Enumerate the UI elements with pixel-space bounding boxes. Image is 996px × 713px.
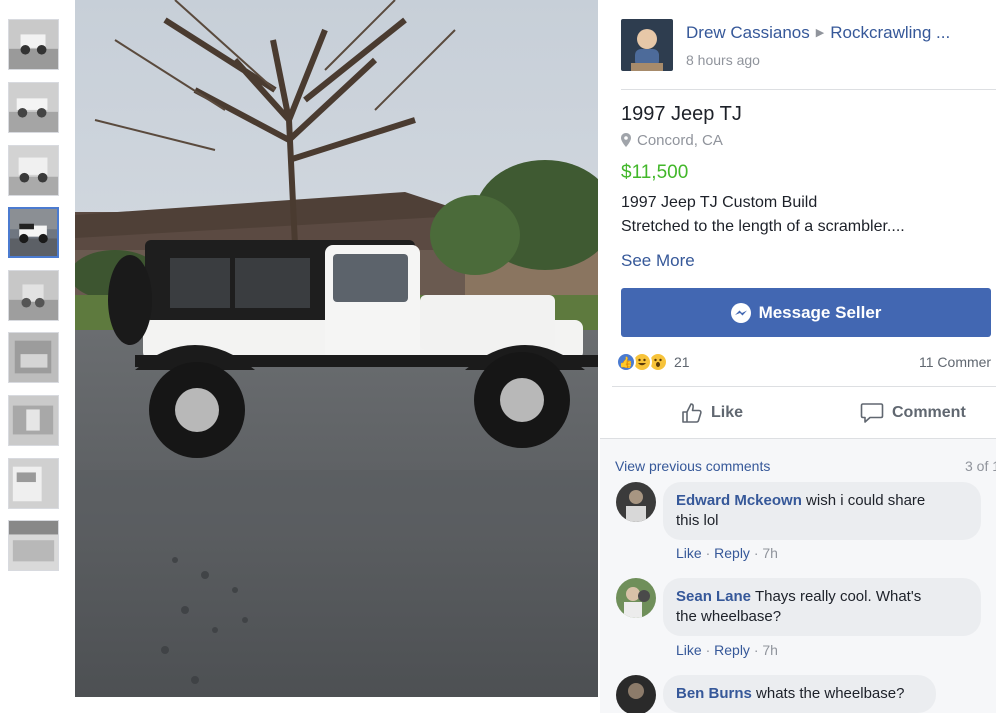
comment-bubble: Sean Lane Thays really cool. What's the … bbox=[663, 578, 981, 636]
like-button[interactable]: Like bbox=[681, 400, 743, 426]
location-pin-icon bbox=[621, 133, 631, 147]
thumbs-up-icon bbox=[682, 403, 702, 423]
location-text: Concord, CA bbox=[637, 132, 723, 149]
comment-reply-link[interactable]: Reply bbox=[714, 642, 750, 658]
divider bbox=[612, 386, 996, 387]
thumbnail-7[interactable] bbox=[8, 395, 59, 446]
thumbnail-6[interactable] bbox=[8, 332, 59, 383]
comment-text: whats the wheelbase? bbox=[756, 685, 905, 702]
commenter-name[interactable]: Edward Mckeown bbox=[676, 492, 802, 509]
comment-meta: Like · Reply · 7h bbox=[676, 642, 778, 658]
thumbnail-3[interactable] bbox=[8, 145, 59, 196]
commenter-avatar[interactable] bbox=[616, 482, 656, 522]
post-details-panel: Drew Cassianos ▶ Rockcrawling ... 8 hours … bbox=[600, 0, 996, 713]
group-name[interactable]: Rockcrawling ... bbox=[830, 23, 950, 42]
thumbnail-9[interactable] bbox=[8, 520, 59, 571]
thumbnail-strip bbox=[0, 0, 75, 713]
comment-button[interactable]: Comment bbox=[860, 400, 966, 426]
thumbnail-2[interactable] bbox=[8, 82, 59, 133]
divider bbox=[621, 89, 996, 90]
listing-description-line2: Stretched to the length of a scrambler..… bbox=[621, 218, 905, 235]
comment-reply-link[interactable]: Reply bbox=[714, 545, 750, 561]
like-button-label: Like bbox=[711, 404, 744, 421]
reactions-summary[interactable]: 👍 21 bbox=[616, 351, 690, 373]
commenter-name[interactable]: Ben Burns bbox=[676, 685, 752, 702]
comment-meta: Like · Reply · 7h bbox=[676, 545, 778, 561]
author-name[interactable]: Drew Cassianos bbox=[686, 23, 810, 42]
comment-bubble: Ben Burns whats the wheelbase? bbox=[663, 675, 936, 713]
author-avatar[interactable] bbox=[621, 19, 673, 71]
comment-time[interactable]: 7h bbox=[762, 545, 778, 561]
listing-location: Concord, CA bbox=[621, 132, 723, 149]
comments-count-link[interactable]: 11 Commer bbox=[919, 354, 991, 370]
main-photo-jeep[interactable] bbox=[75, 0, 598, 697]
thumbnail-8[interactable] bbox=[8, 458, 59, 509]
thumbnail-4-active[interactable] bbox=[8, 207, 59, 258]
comment-button-label: Comment bbox=[892, 404, 966, 421]
listing-title: 1997 Jeep TJ bbox=[621, 103, 742, 125]
reaction-count: 21 bbox=[674, 354, 690, 370]
comment-like-link[interactable]: Like bbox=[676, 642, 702, 658]
see-more-link[interactable]: See More bbox=[621, 251, 695, 271]
messenger-icon bbox=[730, 302, 751, 323]
commenter-name[interactable]: Sean Lane bbox=[676, 588, 751, 605]
comment-text: wish i could share bbox=[806, 492, 926, 509]
like-icon: 👍 bbox=[616, 352, 636, 372]
listing-price: $11,500 bbox=[621, 162, 689, 183]
view-previous-comments-link[interactable]: View previous comments bbox=[615, 458, 770, 474]
comment-bubble-icon bbox=[860, 403, 884, 423]
triangle-right-icon: ▶ bbox=[815, 27, 825, 39]
comment-text-line2: the wheelbase? bbox=[676, 608, 782, 625]
message-seller-button[interactable]: Message Seller bbox=[621, 288, 991, 337]
thumbnail-1[interactable] bbox=[8, 19, 59, 70]
listing-description-line1: 1997 Jeep TJ Custom Build bbox=[621, 194, 818, 211]
comments-section: View previous comments 3 of 1 Edward Mck… bbox=[600, 439, 996, 713]
marketplace-viewer: Drew Cassianos ▶ Rockcrawling ... 8 hours … bbox=[0, 0, 996, 713]
comment-time[interactable]: 7h bbox=[762, 642, 778, 658]
thumbnail-5[interactable] bbox=[8, 270, 59, 321]
comment-text: Thays really cool. What's bbox=[754, 588, 922, 605]
comment-like-link[interactable]: Like bbox=[676, 545, 702, 561]
comment-bubble: Edward Mckeown wish i could share this l… bbox=[663, 482, 981, 540]
comments-page-count: 3 of 1 bbox=[965, 458, 996, 474]
post-header: Drew Cassianos ▶ Rockcrawling ... bbox=[686, 23, 950, 43]
post-time[interactable]: 8 hours ago bbox=[686, 52, 760, 68]
commenter-avatar[interactable] bbox=[616, 675, 656, 713]
message-seller-label: Message Seller bbox=[758, 302, 882, 322]
commenter-avatar[interactable] bbox=[616, 578, 656, 618]
comment-text-line2: this lol bbox=[676, 512, 719, 529]
